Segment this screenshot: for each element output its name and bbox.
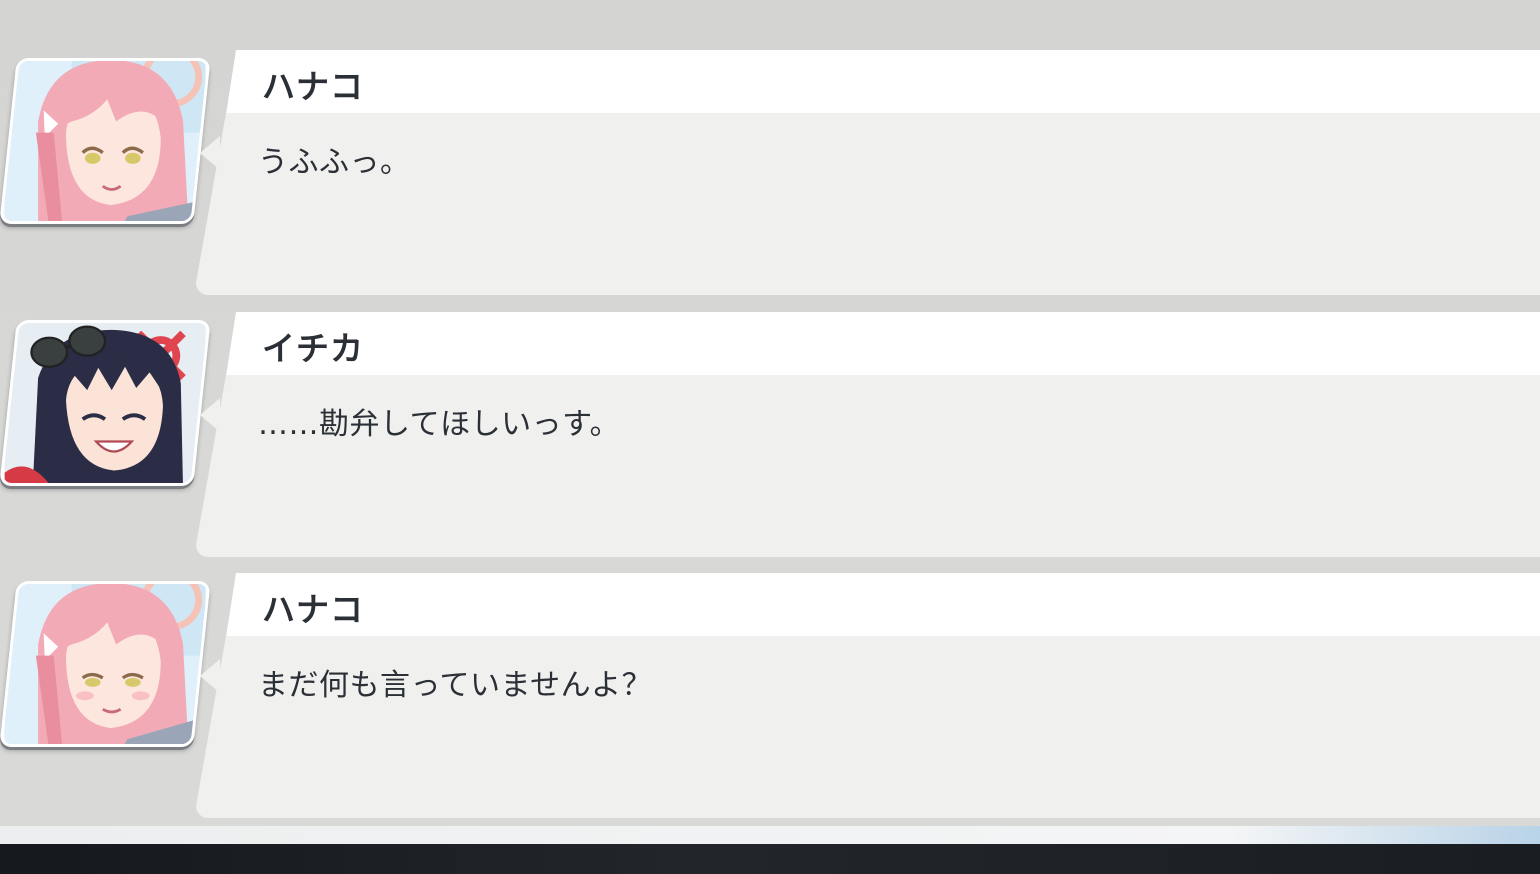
speaker-name-bar: ハナコ <box>226 50 1540 114</box>
dialogue-log-panel[interactable]: ハナコ うふふっ。 イチカ ……勘弁してほしいっす。 ハナコ まだ何も言っていま… <box>0 0 1540 830</box>
hanako-portrait-icon <box>0 58 211 224</box>
bubble-tail <box>200 136 220 170</box>
dialogue-entry: ハナコ まだ何も言っていませんよ？ <box>0 523 1540 785</box>
speaker-name-bar: ハナコ <box>226 573 1540 637</box>
speaker-name: ハナコ <box>262 67 364 106</box>
bubble-tail <box>200 398 220 432</box>
ichika-portrait-art <box>4 320 206 486</box>
bubble-tail <box>200 659 220 693</box>
hanako-portrait-icon <box>0 581 211 747</box>
speaker-name: イチカ <box>262 329 364 368</box>
background-scene <box>0 844 1540 874</box>
hanako-portrait-art <box>4 58 206 224</box>
message-text: まだ何も言っていませんよ？ <box>258 668 653 703</box>
speaker-name: ハナコ <box>262 590 364 629</box>
dialogue-entry: イチカ ……勘弁してほしいっす。 <box>0 262 1540 524</box>
dialogue-entry: ハナコ うふふっ。 <box>0 0 1540 262</box>
message-text: うふふっ。 <box>258 145 411 180</box>
message-bubble: まだ何も言っていませんよ？ <box>196 636 1540 818</box>
log-panel-bottom-edge <box>0 826 1540 844</box>
speaker-name-bar: イチカ <box>226 312 1540 376</box>
hanako-portrait-art <box>4 581 206 747</box>
ichika-portrait-icon <box>0 320 211 486</box>
message-text: ……勘弁してほしいっす。 <box>258 407 621 442</box>
